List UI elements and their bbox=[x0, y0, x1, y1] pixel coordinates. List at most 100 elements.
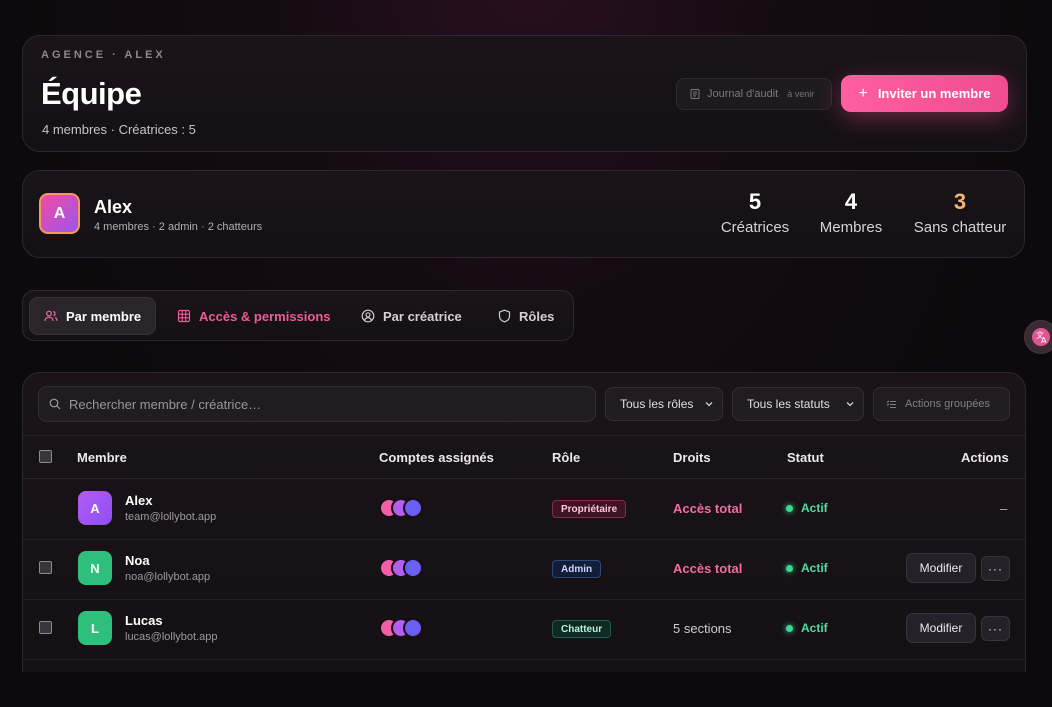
rights-value[interactable]: Accès total bbox=[673, 501, 742, 516]
agency-avatar: A bbox=[39, 193, 80, 234]
view-tabs: Par membre Accès & permissions Par créat… bbox=[22, 290, 574, 341]
stat-label: Créatrices bbox=[720, 219, 790, 236]
account-avatar bbox=[403, 618, 423, 638]
account-avatar bbox=[403, 498, 423, 518]
user-circle-icon bbox=[361, 309, 375, 323]
table-row: N Noa noa@lollybot.app Admin Accès total… bbox=[23, 539, 1025, 599]
chevron-down-icon bbox=[846, 402, 854, 407]
tab-label: Rôles bbox=[519, 308, 555, 324]
member-email: team@lollybot.app bbox=[125, 511, 217, 523]
stat-creators: 5 Créatrices bbox=[716, 189, 794, 236]
avatar: N bbox=[78, 551, 112, 585]
divider bbox=[23, 659, 1025, 660]
stat-members: 4 Membres bbox=[815, 189, 887, 236]
search-box[interactable] bbox=[38, 386, 596, 422]
member-name: Noa bbox=[125, 553, 150, 568]
role-badge: Chatteur bbox=[552, 620, 612, 638]
status-dot-icon bbox=[786, 564, 793, 572]
tab-label: Par membre bbox=[66, 308, 142, 324]
tab-by-creator[interactable]: Par créatrice bbox=[347, 297, 476, 335]
audit-log-label: Journal d'audit bbox=[707, 88, 779, 100]
list-check-icon bbox=[886, 399, 896, 408]
rights-value[interactable]: 5 sections bbox=[673, 621, 732, 636]
stat-label: Membres bbox=[819, 219, 883, 236]
status-badge: Actif bbox=[786, 621, 828, 635]
status-dot-icon bbox=[786, 624, 793, 632]
member-name: Alex bbox=[125, 493, 153, 508]
more-options-button[interactable]: ··· bbox=[981, 556, 1010, 581]
column-header-member: Membre bbox=[77, 450, 127, 465]
role-badge: Admin bbox=[552, 560, 602, 578]
column-header-role: Rôle bbox=[552, 450, 581, 465]
select-all-checkbox[interactable] bbox=[39, 450, 52, 463]
table-row: A Alex team@lollybot.app Propriétaire Ac… bbox=[23, 479, 1025, 539]
coming-soon-badge: à venir bbox=[787, 89, 815, 99]
member-name: Lucas bbox=[125, 613, 163, 628]
translate-icon: 文A bbox=[1032, 328, 1050, 346]
svg-text:A: A bbox=[1041, 336, 1047, 345]
stat-value: 3 bbox=[953, 189, 967, 214]
invite-member-button[interactable]: + Inviter un membre bbox=[841, 75, 1008, 112]
column-header-actions: Actions bbox=[961, 450, 1009, 465]
column-header-rights: Droits bbox=[673, 450, 711, 465]
status-filter-value: Tous les statuts bbox=[747, 397, 830, 411]
members-table-card: Tous les rôles Tous les statuts Actions … bbox=[22, 372, 1026, 672]
edit-member-button[interactable]: Modifier bbox=[906, 553, 976, 583]
agency-summary-card: A Alex 4 membres · 2 admin · 2 chatteurs… bbox=[22, 170, 1025, 258]
agency-kicker: AGENCE · ALEX bbox=[41, 49, 166, 61]
table-row: L Lucas lucas@lollybot.app Chatteur 5 se… bbox=[23, 599, 1025, 659]
status-dot-icon bbox=[786, 504, 793, 512]
agency-meta: 4 membres · 2 admin · 2 chatteurs bbox=[94, 221, 263, 233]
stat-value: 5 bbox=[748, 189, 762, 214]
roles-filter-select[interactable]: Tous les rôles bbox=[605, 387, 723, 421]
plus-icon: + bbox=[858, 84, 868, 102]
status-label: Actif bbox=[801, 501, 828, 515]
column-header-status: Statut bbox=[787, 450, 824, 465]
row-checkbox[interactable] bbox=[39, 561, 52, 574]
member-email: noa@lollybot.app bbox=[125, 571, 211, 583]
rights-value[interactable]: Accès total bbox=[673, 561, 742, 576]
divider bbox=[23, 435, 1025, 436]
member-email: lucas@lollybot.app bbox=[125, 631, 218, 643]
assigned-accounts[interactable] bbox=[379, 618, 439, 638]
bulk-actions-button[interactable]: Actions groupées bbox=[873, 387, 1010, 421]
more-options-button[interactable]: ··· bbox=[981, 616, 1010, 641]
assigned-accounts[interactable] bbox=[379, 558, 439, 578]
search-input[interactable] bbox=[69, 396, 569, 412]
tab-label: Accès & permissions bbox=[199, 308, 331, 324]
stat-value: 4 bbox=[844, 189, 858, 214]
translate-button[interactable]: 文A bbox=[1024, 320, 1052, 354]
stat-without-chatter: 3 Sans chatteur bbox=[909, 189, 1011, 236]
page-title: Équipe bbox=[41, 76, 142, 111]
no-action: – bbox=[1000, 501, 1008, 516]
roles-filter-value: Tous les rôles bbox=[620, 397, 694, 411]
search-icon bbox=[49, 398, 61, 410]
grid-icon bbox=[177, 309, 191, 323]
status-filter-select[interactable]: Tous les statuts bbox=[732, 387, 864, 421]
users-icon bbox=[44, 310, 58, 322]
avatar: L bbox=[78, 611, 112, 645]
tab-by-member[interactable]: Par membre bbox=[29, 297, 157, 335]
edit-member-button[interactable]: Modifier bbox=[906, 613, 976, 643]
status-badge: Actif bbox=[786, 501, 828, 515]
stat-label: Sans chatteur bbox=[913, 219, 1007, 236]
status-label: Actif bbox=[801, 621, 828, 635]
assigned-accounts[interactable] bbox=[379, 498, 439, 518]
chevron-down-icon bbox=[705, 402, 713, 407]
shield-icon bbox=[498, 309, 511, 323]
bulk-actions-label: Actions groupées bbox=[905, 398, 990, 410]
scroll-icon bbox=[690, 89, 700, 99]
tab-roles[interactable]: Rôles bbox=[484, 297, 568, 335]
tab-access-permissions[interactable]: Accès & permissions bbox=[163, 297, 345, 335]
status-label: Actif bbox=[801, 561, 828, 575]
page-subtitle: 4 membres · Créatrices : 5 bbox=[42, 122, 196, 137]
invite-member-label: Inviter un membre bbox=[877, 86, 991, 101]
role-badge: Propriétaire bbox=[552, 500, 627, 518]
row-checkbox[interactable] bbox=[39, 621, 52, 634]
tab-label: Par créatrice bbox=[383, 308, 462, 324]
avatar: A bbox=[78, 491, 112, 525]
account-avatar bbox=[403, 558, 423, 578]
audit-log-button[interactable]: Journal d'audit à venir bbox=[676, 78, 832, 110]
status-badge: Actif bbox=[786, 561, 828, 575]
team-header-card: AGENCE · ALEX Équipe 4 membres · Créatri… bbox=[22, 35, 1027, 152]
